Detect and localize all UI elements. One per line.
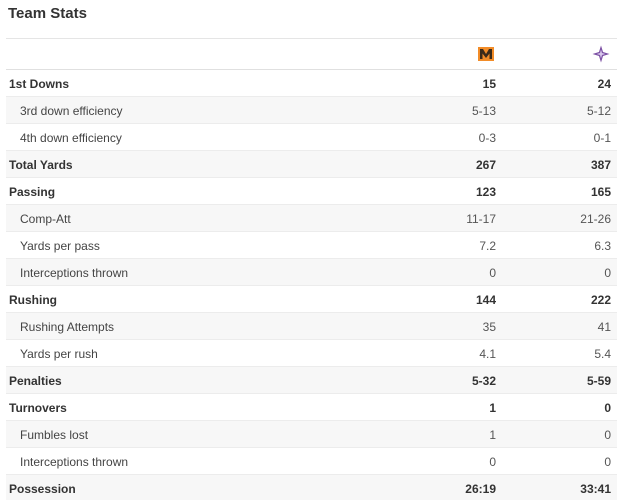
team-a-value: 7.2 [479, 239, 496, 253]
team-a-value: 11-17 [466, 212, 496, 226]
table-row: Interceptions thrown 0 0 [6, 448, 617, 475]
table-row: 4th down efficiency 0-3 0-1 [6, 124, 617, 151]
team-a-value: 5-32 [471, 374, 496, 388]
team-a-value: 4.1 [479, 347, 496, 361]
stat-label: Comp-Att [20, 212, 71, 226]
team-a-value: 15 [482, 77, 496, 91]
table-row: Rushing Attempts 35 41 [6, 313, 617, 340]
stats-table-body: 1st Downs 15 24 3rd down efficiency 5-13 5-12… [6, 70, 617, 500]
stat-label: Yards per rush [20, 347, 98, 361]
table-row: Possession 26:19 33:41 [6, 475, 617, 500]
team-b-value: 5.4 [594, 347, 611, 361]
team-b-value: 5-59 [586, 374, 611, 388]
team-a-value: 0-3 [478, 131, 496, 145]
page-title: Team Stats [8, 5, 87, 22]
table-row: Penalties 5-32 5-59 [6, 367, 617, 394]
team-stats-card: Team Stats 1st Downs 15 24 3rd down efficie… [0, 0, 623, 500]
team-a-value: 267 [475, 158, 496, 172]
stat-label: 4th down efficiency [20, 131, 122, 145]
table-row: Interceptions thrown 0 0 [6, 259, 617, 286]
stat-label: Fumbles lost [20, 428, 89, 442]
team-star-logo-icon [592, 45, 610, 63]
table-row: 3rd down efficiency 5-13 5-12 [6, 97, 617, 124]
table-row: Total Yards 267 387 [6, 151, 617, 178]
team-b-value: 0 [604, 455, 611, 469]
team-b-value: 0 [604, 266, 611, 280]
team-a-value: 5-13 [471, 104, 496, 118]
team-a-value: 123 [475, 185, 496, 199]
team-a-value: 0 [489, 455, 496, 469]
team-b-value: 0-1 [593, 131, 611, 145]
stat-label: 3rd down efficiency [20, 104, 123, 118]
team-b-value: 41 [597, 320, 611, 334]
stat-label: Penalties [9, 374, 62, 388]
team-b-value: 24 [597, 77, 611, 91]
team-a-value: 1 [489, 428, 496, 442]
table-row: Fumbles lost 1 0 [6, 421, 617, 448]
team-b-value: 222 [590, 293, 611, 307]
stat-label: Interceptions thrown [20, 266, 129, 280]
team-b-value: 5-12 [586, 104, 611, 118]
stat-label: Rushing [9, 293, 57, 307]
team-m-logo-icon [477, 45, 495, 63]
stat-label: Interceptions thrown [20, 455, 129, 469]
table-row: 1st Downs 15 24 [6, 70, 617, 97]
team-a-value: 1 [489, 401, 496, 415]
team-a-value: 0 [489, 266, 496, 280]
table-row: Yards per rush 4.1 5.4 [6, 340, 617, 367]
table-row: Comp-Att 11-17 21-26 [6, 205, 617, 232]
stat-label: Passing [9, 185, 56, 199]
stat-label: Possession [9, 482, 76, 496]
table-row: Passing 123 165 [6, 178, 617, 205]
team-a-value: 144 [475, 293, 496, 307]
stat-label: 1st Downs [9, 77, 70, 91]
table-row: Yards per pass 7.2 6.3 [6, 232, 617, 259]
team-b-value: 0 [604, 401, 611, 415]
table-row: Turnovers 1 0 [6, 394, 617, 421]
team-b-value: 0 [604, 428, 611, 442]
team-a-value: 35 [482, 320, 496, 334]
team-b-value: 33:41 [580, 482, 611, 496]
stat-label: Rushing Attempts [20, 320, 115, 334]
table-row: Rushing 144 222 [6, 286, 617, 313]
stat-label: Total Yards [9, 158, 73, 172]
table-header [6, 38, 617, 70]
team-b-value: 387 [590, 158, 611, 172]
team-b-value: 165 [590, 185, 611, 199]
team-a-value: 26:19 [465, 482, 496, 496]
stat-label: Yards per pass [20, 239, 100, 253]
stat-label: Turnovers [9, 401, 67, 415]
team-b-value: 6.3 [594, 239, 611, 253]
team-b-value: 21-26 [580, 212, 611, 226]
